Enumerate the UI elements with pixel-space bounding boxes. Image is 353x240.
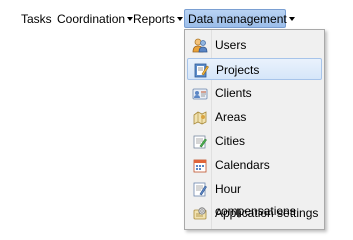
menu-reports-label: Reports xyxy=(133,12,176,26)
menu-item-hour-compensations[interactable]: Hour compensations xyxy=(187,178,322,218)
caret-down-icon xyxy=(288,16,295,21)
menu-item-label: Areas xyxy=(215,110,247,124)
clients-icon xyxy=(192,88,208,100)
menu-coordination-label: Coordination xyxy=(57,12,126,26)
menu-data-management-label: Data management xyxy=(188,12,287,26)
menu-item-areas[interactable]: Areas xyxy=(187,106,322,128)
users-icon xyxy=(192,38,208,53)
menu-item-calendars[interactable]: Calendars xyxy=(187,154,322,176)
menu-coordination[interactable]: Coordination xyxy=(57,10,134,28)
menu-item-label: Clients xyxy=(215,86,252,100)
data-management-dropdown: Users Projects Clients Areas Cities Cale… xyxy=(184,29,325,230)
caret-down-icon xyxy=(177,16,184,21)
menu-item-label: Calendars xyxy=(215,158,270,172)
menu-item-application-settings[interactable]: Application settings xyxy=(187,202,322,224)
areas-icon xyxy=(193,111,207,125)
application-settings-icon xyxy=(193,207,207,220)
projects-icon xyxy=(194,63,209,78)
menu-tasks-label: Tasks xyxy=(21,12,52,26)
menu-data-management[interactable]: Data management xyxy=(184,9,295,28)
menu-item-clients[interactable]: Clients xyxy=(187,82,322,104)
menu-item-label: Projects xyxy=(216,63,260,77)
menu-item-label: Users xyxy=(215,38,247,52)
hour-compensations-icon xyxy=(193,182,207,197)
menu-item-label: Cities xyxy=(215,134,246,148)
menu-reports[interactable]: Reports xyxy=(133,10,184,28)
menu-item-projects[interactable]: Projects xyxy=(187,58,322,80)
menu-item-cities[interactable]: Cities xyxy=(187,130,322,152)
menu-item-users[interactable]: Users xyxy=(187,34,322,56)
menu-item-label: Application settings xyxy=(215,206,319,220)
cities-icon xyxy=(193,135,207,149)
calendars-icon xyxy=(193,159,207,173)
menu-tasks[interactable]: Tasks xyxy=(21,10,52,28)
